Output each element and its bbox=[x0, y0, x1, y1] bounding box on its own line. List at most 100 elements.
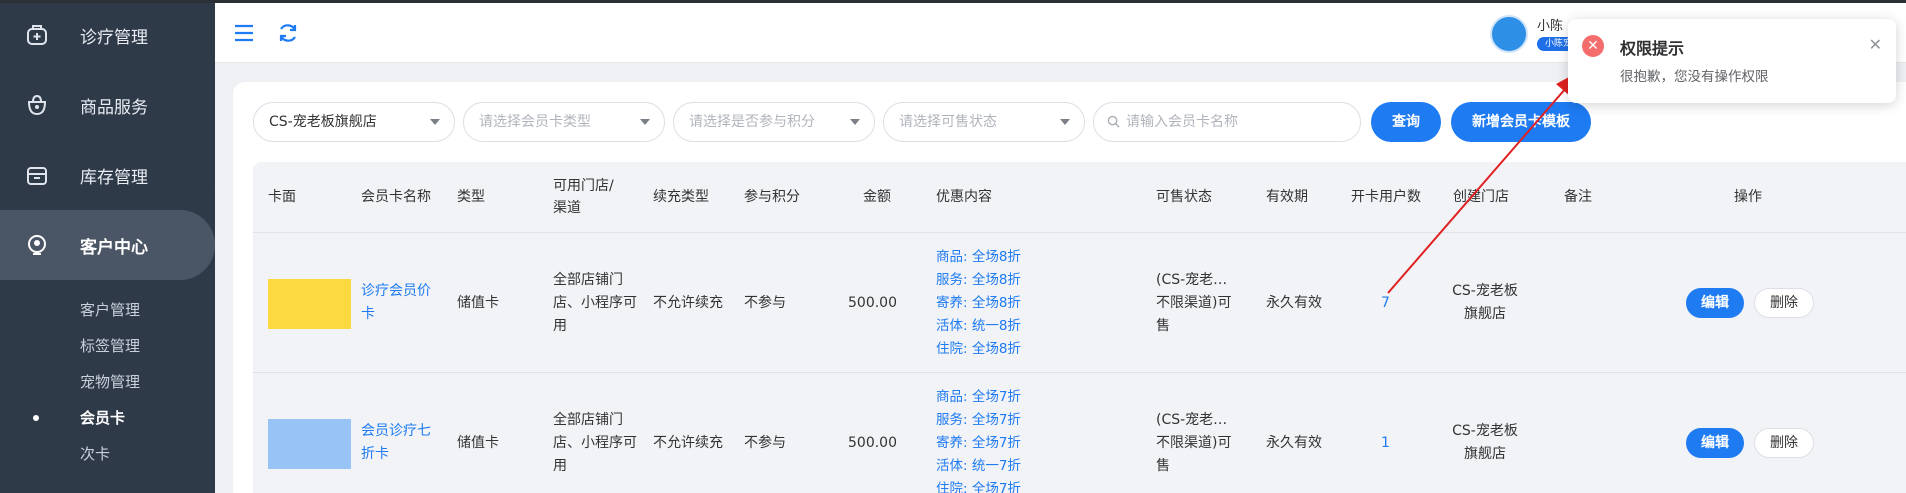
avatar[interactable] bbox=[1490, 15, 1528, 53]
sale-status-placeholder: 请选择可售状态 bbox=[899, 114, 997, 130]
card-recharge: 不允许续充 bbox=[653, 434, 723, 451]
card-user-count[interactable]: 1 bbox=[1381, 373, 1390, 493]
store-select[interactable]: CS-宠老板旗舰店 bbox=[253, 102, 455, 142]
chevron-down-icon bbox=[850, 119, 860, 125]
card-sale-status: (CS-宠老… 不限渠道)可售 bbox=[1156, 271, 1232, 334]
points-select[interactable]: 请选择是否参与积分 bbox=[673, 102, 875, 142]
query-button[interactable]: 查询 bbox=[1371, 102, 1441, 142]
card-recharge: 不允许续充 bbox=[653, 294, 723, 311]
sale-status-select[interactable]: 请选择可售状态 bbox=[883, 102, 1085, 142]
card-name-search-input[interactable]: 请输入会员卡名称 bbox=[1093, 102, 1361, 142]
store-select-value: CS-宠老板旗舰店 bbox=[269, 114, 377, 130]
card-store: 全部店铺门店、小程序可用 bbox=[553, 411, 637, 474]
sidebar: 诊疗管理 商品服务 库存管理 客户中心 客户管理 标签管理 宠物管理 会员卡 次… bbox=[0, 0, 215, 493]
sidebar-item-customer-center[interactable]: 客户中心 bbox=[0, 210, 215, 280]
card-store: 全部店铺门店、小程序可用 bbox=[553, 271, 637, 334]
sidebar-submenu: 客户管理 标签管理 宠物管理 会员卡 次卡 bbox=[0, 280, 215, 472]
sidebar-item-label: 商品服务 bbox=[80, 97, 148, 118]
column-header-create-store: 创建门店 bbox=[1453, 189, 1509, 205]
sidebar-subitem-member-cards[interactable]: 会员卡 bbox=[0, 400, 215, 436]
add-card-template-button[interactable]: 新增会员卡模板 bbox=[1451, 102, 1591, 142]
card-type: 储值卡 bbox=[457, 434, 499, 451]
notification-title: 权限提示 bbox=[1620, 39, 1685, 58]
search-icon bbox=[1107, 115, 1120, 128]
benefit-item: 活体: 统一7折 bbox=[936, 457, 1021, 474]
benefit-item: 住院: 全场7折 bbox=[936, 480, 1021, 493]
card-benefits: 商品: 全场7折 服务: 全场7折 寄养: 全场7折 活体: 统一7折 住院: … bbox=[936, 373, 1021, 493]
sidebar-item-label: 库存管理 bbox=[80, 167, 148, 188]
user-name[interactable]: 小陈 bbox=[1537, 15, 1563, 34]
edit-button[interactable]: 编辑 bbox=[1686, 428, 1744, 458]
benefit-item: 商品: 全场7折 bbox=[936, 388, 1021, 405]
column-header-store: 可用门店/渠道 bbox=[553, 178, 614, 216]
sidebar-item-products[interactable]: 商品服务 bbox=[0, 70, 215, 140]
card-amount: 500.00 bbox=[848, 434, 897, 451]
card-create-store: CS-宠老板旗舰店 bbox=[1452, 423, 1518, 462]
benefit-item: 寄养: 全场8折 bbox=[936, 294, 1021, 311]
benefit-item: 服务: 全场7折 bbox=[936, 411, 1021, 428]
active-dot bbox=[33, 415, 39, 421]
table-row: 会员诊疗七折卡 储值卡 全部店铺门店、小程序可用 不允许续充 不参与 500.0… bbox=[253, 372, 1906, 493]
card-type-select[interactable]: 请选择会员卡类型 bbox=[463, 102, 665, 142]
sidebar-subitem-count-cards[interactable]: 次卡 bbox=[0, 436, 215, 472]
error-icon: ✕ bbox=[1582, 35, 1604, 57]
sidebar-subitem-tags[interactable]: 标签管理 bbox=[0, 328, 215, 364]
chevron-down-icon bbox=[430, 119, 440, 125]
card-points: 不参与 bbox=[744, 434, 786, 451]
member-card-table: 卡面 会员卡名称 类型 可用门店/渠道 续充类型 参与积分 金额 优惠内容 可售… bbox=[253, 162, 1906, 493]
card-type: 储值卡 bbox=[457, 294, 499, 311]
card-name-placeholder: 请输入会员卡名称 bbox=[1126, 114, 1238, 130]
column-header-recharge: 续充类型 bbox=[653, 189, 709, 205]
points-placeholder: 请选择是否参与积分 bbox=[689, 114, 815, 130]
menu-toggle-icon[interactable] bbox=[232, 21, 256, 45]
card-sale-status: (CS-宠老… 不限渠道)可售 bbox=[1156, 411, 1232, 474]
card-amount: 500.00 bbox=[848, 294, 897, 311]
benefit-item: 商品: 全场8折 bbox=[936, 248, 1021, 265]
sidebar-subitem-label: 会员卡 bbox=[80, 409, 126, 427]
column-header-type: 类型 bbox=[457, 189, 485, 205]
card-create-store: CS-宠老板旗舰店 bbox=[1452, 283, 1518, 322]
column-header-points: 参与积分 bbox=[744, 189, 800, 205]
card-validity: 永久有效 bbox=[1266, 294, 1322, 311]
sidebar-item-label: 诊疗管理 bbox=[80, 27, 148, 48]
column-header-benefits: 优惠内容 bbox=[936, 189, 992, 205]
notification-message: 很抱歉，您没有操作权限 bbox=[1620, 69, 1769, 85]
chevron-down-icon bbox=[640, 119, 650, 125]
sidebar-subitem-pets[interactable]: 宠物管理 bbox=[0, 364, 215, 400]
column-header-validity: 有效期 bbox=[1266, 189, 1308, 205]
card-name-link[interactable]: 会员诊疗七折卡 bbox=[361, 373, 433, 493]
card-validity: 永久有效 bbox=[1266, 434, 1322, 451]
sidebar-item-label: 客户中心 bbox=[80, 237, 148, 258]
column-header-face: 卡面 bbox=[268, 189, 296, 205]
customer-icon bbox=[28, 235, 46, 255]
card-user-count[interactable]: 7 bbox=[1381, 233, 1390, 373]
sidebar-item-inventory[interactable]: 库存管理 bbox=[0, 140, 215, 210]
medical-bag-icon bbox=[27, 25, 47, 45]
refresh-icon[interactable] bbox=[276, 21, 300, 45]
column-header-status: 可售状态 bbox=[1156, 189, 1212, 205]
benefit-item: 服务: 全场8折 bbox=[936, 271, 1021, 288]
chevron-down-icon bbox=[1060, 119, 1070, 125]
edit-button[interactable]: 编辑 bbox=[1686, 288, 1744, 318]
benefit-item: 寄养: 全场7折 bbox=[936, 434, 1021, 451]
table-row: 诊疗会员价卡 储值卡 全部店铺门店、小程序可用 不允许续充 不参与 500.00… bbox=[253, 232, 1906, 372]
shopping-bag-icon bbox=[27, 94, 47, 116]
column-header-ops: 操作 bbox=[1734, 189, 1762, 205]
delete-button[interactable]: 删除 bbox=[1754, 288, 1814, 318]
window-top-bar bbox=[0, 0, 1906, 3]
sidebar-item-diagnosis[interactable]: 诊疗管理 bbox=[0, 0, 215, 70]
inventory-box-icon bbox=[27, 167, 47, 185]
permission-notification: ✕ 权限提示 很抱歉，您没有操作权限 ✕ bbox=[1568, 19, 1896, 103]
benefit-item: 住院: 全场8折 bbox=[936, 340, 1021, 357]
column-header-amount: 金额 bbox=[863, 189, 891, 205]
card-name-link[interactable]: 诊疗会员价卡 bbox=[361, 233, 433, 373]
sidebar-subitem-customers[interactable]: 客户管理 bbox=[0, 292, 215, 328]
card-type-placeholder: 请选择会员卡类型 bbox=[479, 114, 591, 130]
delete-button[interactable]: 删除 bbox=[1754, 428, 1814, 458]
column-header-remark: 备注 bbox=[1564, 189, 1592, 205]
close-icon[interactable]: ✕ bbox=[1869, 35, 1882, 54]
main-content: CS-宠老板旗舰店 请选择会员卡类型 请选择是否参与积分 请选择可售状态 请输入… bbox=[233, 82, 1906, 493]
column-header-users: 开卡用户数 bbox=[1351, 189, 1421, 205]
card-benefits: 商品: 全场8折 服务: 全场8折 寄养: 全场8折 活体: 统一8折 住院: … bbox=[936, 233, 1021, 373]
card-points: 不参与 bbox=[744, 294, 786, 311]
